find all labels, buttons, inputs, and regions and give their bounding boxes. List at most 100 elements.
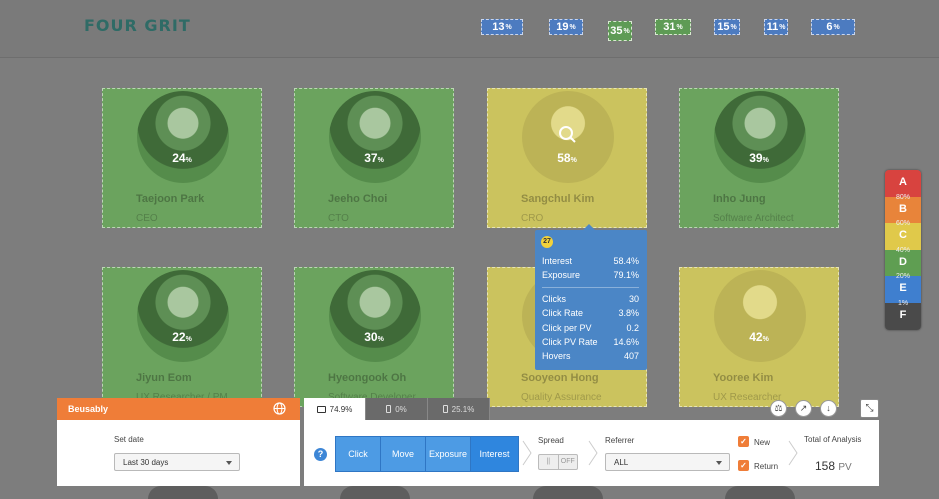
member-name: Sangchul Kim [521,193,595,205]
nav-heat-unit: % [730,23,737,31]
nav-heat-value: 11 [766,21,779,33]
stat-row: Click per PV 0.2 [542,323,639,333]
grade-a: A 80% [885,170,921,201]
portrait-photo [137,91,229,183]
portrait-photo [533,486,603,499]
member-role: Quality Assurance [521,392,602,403]
tab-tablet[interactable]: 0% [366,398,428,420]
heat-percentage: 37% [364,151,384,165]
team-card-hovered[interactable]: 58% Sangchul Kim CRO [487,88,647,228]
grade-legend: A 80% B 60% C 40% D 20% E 1% F [885,170,921,330]
heatmap-page: FOUR GRIT 13% 19% 35% 31% 15% 11% 6% 24%… [0,0,939,499]
help-icon[interactable]: ? [314,448,327,461]
team-card[interactable]: 42% Yooree Kim UX Researcher [679,267,839,407]
mode-interest-button[interactable]: Interest [471,437,518,471]
member-role: CTO [328,213,349,224]
spread-toggle[interactable]: || OFF [538,454,578,470]
nav-heat-unit: % [569,23,576,31]
nav-heat-chip-6[interactable]: 11% [764,19,788,35]
member-name: Inho Jung [713,193,766,205]
minimize-panel-button[interactable]: ⤡ [860,399,879,418]
date-range-select[interactable]: Last 30 days [114,453,240,471]
referrer-select[interactable]: ALL [605,453,730,471]
date-range-value: Last 30 days [123,458,169,467]
team-card[interactable]: 39% Inho Jung Software Architect [679,88,839,228]
tab-desktop[interactable]: 74.9% [304,398,366,420]
device-tabs: 74.9% 0% 25.1% [304,398,490,420]
globe-icon[interactable] [273,402,286,415]
tablet-icon [386,405,392,413]
stat-row: Exposure 79.1% [542,270,639,280]
new-visitors-label: New [754,438,771,447]
heat-percentage: 39% [749,151,769,165]
member-role: UX Researcher [713,392,782,403]
heat-percentage: 24% [172,151,192,165]
mode-exposure-button[interactable]: Exposure [426,437,471,471]
member-name: Hyeongook Oh [328,372,407,384]
spread-label: Spread [538,436,564,445]
portrait-photo [725,486,795,499]
portrait-photo [148,486,218,499]
heat-percentage: 42% [749,330,769,344]
nav-heat-chip-4[interactable]: 31% [655,19,691,35]
portrait-photo [340,486,410,499]
rank-badge: 27 [541,236,553,248]
new-visitors-checkbox[interactable]: ✓ [738,436,749,447]
nav-heat-unit: % [623,27,630,35]
member-name: Sooyeon Hong [521,372,599,384]
member-role: CEO [136,213,158,224]
download-icon[interactable]: ↓ [820,400,837,417]
nav-heat-unit: % [676,23,683,31]
nav-heat-value: 19 [556,21,569,33]
stat-row: Hovers 407 [542,351,639,361]
zoom-icon [559,126,576,143]
return-visitors-checkbox[interactable]: ✓ [738,460,749,471]
referrer-value: ALL [614,458,629,467]
team-card[interactable]: 22% Jiyun Eom UX Researcher / PM [102,267,262,407]
stat-row: Click Rate 3.8% [542,308,639,318]
team-card[interactable]: 37% Jeeho Choi CTO [294,88,454,228]
portrait-photo [714,270,806,362]
nav-heat-chip-3[interactable]: 35% [608,21,632,41]
mode-move-button[interactable]: Move [381,437,426,471]
tab-mobile[interactable]: 25.1% [428,398,490,420]
stat-row: Click PV Rate 14.6% [542,337,639,347]
heat-percentage: 22% [172,330,192,344]
brand-name: Beusably [68,404,109,414]
element-stats-tooltip: 27 Interest 58.4% Exposure 79.1% Clicks 30 … [535,224,647,370]
heatmap-mode-selector: Click Move Exposure Interest [335,436,519,472]
nav-heat-value: 31 [663,21,676,33]
stat-row: Interest 58.4% [542,256,639,266]
team-card[interactable]: 24% Taejoon Park CEO [102,88,262,228]
nav-heat-unit: % [779,23,786,31]
member-name: Jeeho Choi [328,193,388,205]
nav-heat-value: 15 [717,21,730,33]
compare-icon[interactable]: ⚖ [770,400,787,417]
nav-heat-chip-7[interactable]: 6% [811,19,855,35]
team-card[interactable]: 30% Hyeongook Oh Software Developer [294,267,454,407]
mode-click-button[interactable]: Click [336,437,381,471]
divider [542,287,639,288]
return-visitors-label: Return [754,462,779,471]
member-role: CRO [521,213,544,224]
referrer-label: Referrer [605,436,635,445]
desktop-icon [316,405,326,413]
site-logo[interactable]: FOUR GRIT [84,16,191,35]
nav-heat-chip-5[interactable]: 15% [714,19,740,35]
nav-heat-value: 6 [826,21,833,33]
brand-bar: Beusably [57,398,300,420]
heat-percentage: 30% [364,330,384,344]
total-analysis-label: Total of Analysis [804,435,862,444]
nav-heat-unit: % [505,23,512,31]
nav-heat-chip-2[interactable]: 19% [549,19,583,35]
nav-heat-value: 13 [492,21,505,33]
page-continuation [0,486,939,499]
member-name: Yooree Kim [713,372,774,384]
mobile-icon [442,405,448,413]
heat-percentage: 58% [557,151,577,165]
member-name: Taejoon Park [136,193,205,205]
stat-row: Clicks 30 [542,294,639,304]
portrait-photo [329,270,421,362]
nav-heat-chip-1[interactable]: 13% [481,19,523,35]
open-external-icon[interactable]: ↗ [795,400,812,417]
